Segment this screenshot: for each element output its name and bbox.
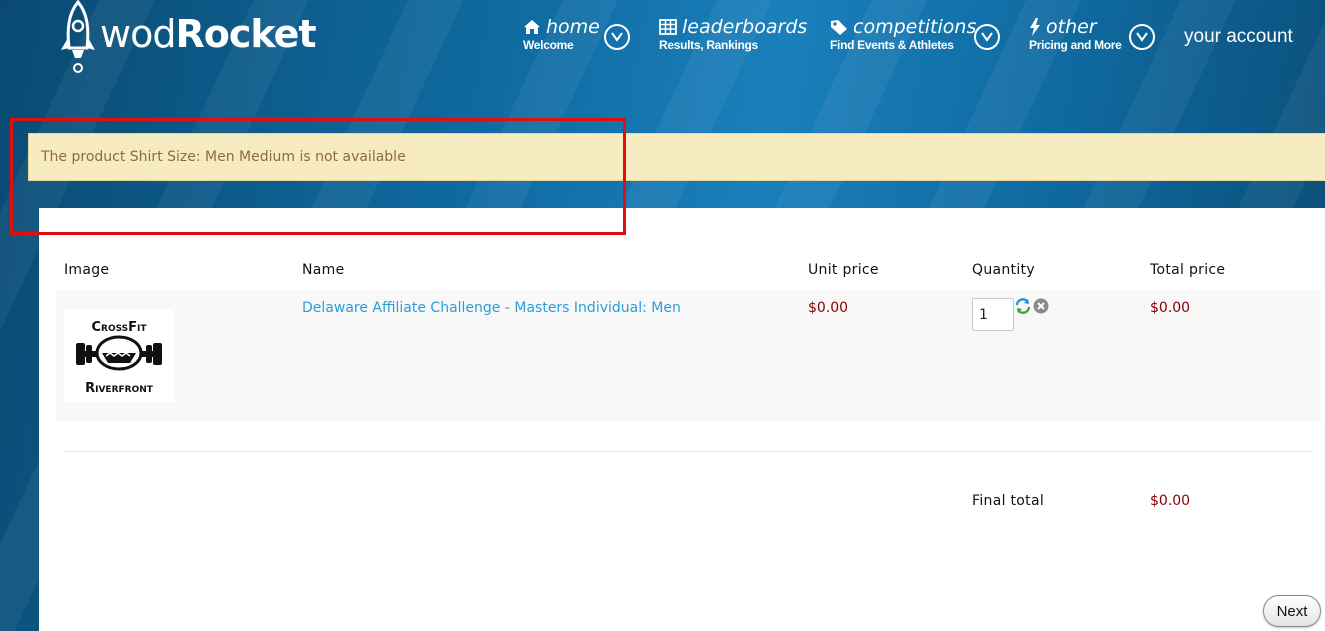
final-total-label: Final total bbox=[972, 493, 1045, 509]
your-account-link[interactable]: your account bbox=[1184, 26, 1293, 48]
nav-home[interactable]: home Welcome bbox=[523, 16, 600, 52]
unit-price: $0.00 bbox=[808, 300, 849, 316]
remove-item-icon[interactable] bbox=[1033, 298, 1049, 314]
next-button[interactable]: Next bbox=[1263, 595, 1321, 627]
nav-home-title: home bbox=[546, 16, 600, 38]
annotation-highlight-box bbox=[10, 118, 626, 235]
nav-competitions-subtitle: Find Events & Athletes bbox=[830, 38, 954, 52]
other-dropdown-chevron-icon[interactable] bbox=[1129, 24, 1155, 50]
product-image-text-bottom: Riverfront bbox=[85, 381, 154, 396]
nav-competitions-title: competitions bbox=[853, 16, 977, 38]
column-header-unit-price: Unit price bbox=[808, 262, 879, 278]
tag-icon bbox=[831, 20, 847, 35]
wodrocket-logo[interactable]: wodRocket bbox=[58, 0, 328, 76]
column-header-image: Image bbox=[64, 262, 110, 278]
nav-home-subtitle: Welcome bbox=[523, 38, 574, 52]
nav-other-subtitle: Pricing and More bbox=[1029, 38, 1122, 52]
divider bbox=[64, 451, 1312, 452]
nav-competitions[interactable]: competitions Find Events & Athletes bbox=[830, 16, 976, 52]
lightning-icon bbox=[1030, 18, 1040, 36]
column-header-total-price: Total price bbox=[1150, 262, 1226, 278]
refresh-icon[interactable] bbox=[1015, 298, 1031, 314]
nav-leaderboards-subtitle: Results, Rankings bbox=[659, 38, 758, 52]
product-image-text-top: CrossFit bbox=[91, 320, 147, 335]
competitions-dropdown-chevron-icon[interactable] bbox=[974, 24, 1000, 50]
logo-text: wodRocket bbox=[100, 12, 317, 56]
rocket-icon bbox=[61, 0, 95, 73]
nav-leaderboards-title: leaderboards bbox=[682, 16, 808, 38]
house-icon bbox=[524, 20, 540, 34]
final-total-value: $0.00 bbox=[1150, 493, 1191, 509]
nav-leaderboards[interactable]: leaderboards Results, Rankings bbox=[659, 16, 807, 52]
cart-panel: Image Name Unit price Quantity Total pri… bbox=[39, 208, 1325, 631]
product-name-link[interactable]: Delaware Affiliate Challenge - Masters I… bbox=[302, 300, 681, 316]
product-image: CrossFit Riverfront bbox=[64, 309, 174, 402]
column-header-name: Name bbox=[302, 262, 345, 278]
total-price: $0.00 bbox=[1150, 300, 1191, 316]
table-icon bbox=[659, 19, 677, 35]
nav-other-title: other bbox=[1046, 16, 1097, 38]
column-header-quantity: Quantity bbox=[972, 262, 1035, 278]
table-row: CrossFit Riverfront Delaware Affiliate C… bbox=[56, 290, 1321, 421]
nav-other[interactable]: other Pricing and More bbox=[1029, 16, 1122, 52]
home-dropdown-chevron-icon[interactable] bbox=[604, 24, 630, 50]
quantity-input[interactable] bbox=[972, 298, 1014, 331]
